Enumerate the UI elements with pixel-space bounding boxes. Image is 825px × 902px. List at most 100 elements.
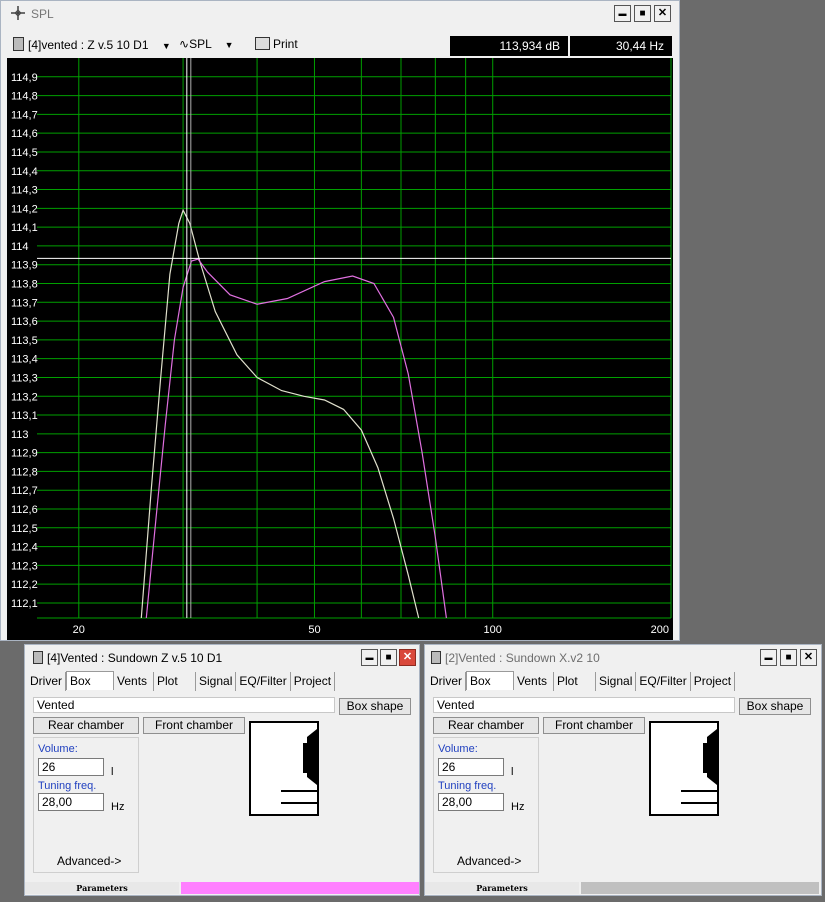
- y-tick-label: 113,4: [11, 354, 38, 366]
- tuning-unit: Hz: [511, 801, 525, 813]
- readout-db: 113,934 dB: [450, 36, 568, 56]
- wave-icon: ∿: [179, 37, 190, 51]
- maximize-icon: ■: [785, 652, 792, 663]
- status-color-indicator: [581, 882, 819, 894]
- y-tick-label: 113,9: [11, 260, 38, 272]
- front-chamber-button[interactable]: Front chamber: [543, 717, 645, 734]
- y-tick-label: 113,2: [11, 391, 38, 403]
- tab-driver[interactable]: Driver: [427, 672, 466, 691]
- front-chamber-button[interactable]: Front chamber: [143, 717, 245, 734]
- right-panel-titlebar[interactable]: [2]Vented : Sundown X.v2 10 ▬ ■ ✕: [425, 645, 821, 671]
- minimize-icon: ▬: [365, 653, 374, 662]
- x-tick-label: 20: [73, 624, 85, 636]
- advanced-link[interactable]: Advanced->: [457, 854, 521, 868]
- box-shape-button[interactable]: Box shape: [339, 698, 411, 715]
- y-tick-label: 114,9: [11, 72, 38, 84]
- chevron-down-icon: ▼: [224, 40, 234, 50]
- y-tick-label: 113,7: [11, 297, 38, 309]
- advanced-link[interactable]: Advanced->: [57, 854, 121, 868]
- box-shape-preview: [249, 721, 319, 816]
- minimize-button[interactable]: ▬: [361, 649, 378, 666]
- curve-select-value: SPL: [189, 37, 212, 51]
- document-icon: [33, 651, 43, 664]
- tuning-unit: Hz: [111, 801, 125, 813]
- curve-select[interactable]: ∿SPL ▼: [179, 37, 234, 51]
- spl-window-title: SPL: [31, 7, 54, 21]
- box-shape-button[interactable]: Box shape: [739, 698, 811, 715]
- tab-eq-filter[interactable]: EQ/Filter: [236, 672, 291, 691]
- tuning-input[interactable]: 28,00: [38, 793, 104, 811]
- volume-label: Volume:: [438, 743, 478, 755]
- y-tick-label: 112,2: [11, 579, 38, 591]
- close-button[interactable]: ✕: [800, 649, 817, 666]
- tab-project[interactable]: Project: [291, 672, 336, 691]
- box-panel-left: [4]Vented : Sundown Z v.5 10 D1 ▬ ■ ✕ Dr…: [24, 644, 420, 896]
- tab-vents[interactable]: Vents: [514, 672, 554, 691]
- y-tick-label: 112,6: [11, 504, 38, 516]
- y-tick-label: 112,5: [11, 523, 38, 535]
- x-tick-label: 100: [484, 624, 502, 636]
- maximize-button[interactable]: ■: [380, 649, 397, 666]
- y-tick-label: 112,7: [11, 485, 38, 497]
- rear-chamber-button[interactable]: Rear chamber: [433, 717, 539, 734]
- y-tick-label: 114,5: [11, 147, 38, 159]
- status-color-indicator: [181, 882, 419, 894]
- x-tick-label: 50: [308, 624, 320, 636]
- x-tick-label: 200: [651, 624, 669, 636]
- left-panel-title: [4]Vented : Sundown Z v.5 10 D1: [47, 651, 223, 665]
- print-label: Print: [273, 37, 298, 51]
- maximize-button[interactable]: ■: [780, 649, 797, 666]
- tab-signal[interactable]: Signal: [196, 672, 237, 691]
- y-tick-label: 114,2: [11, 203, 38, 215]
- y-tick-label: 113: [11, 429, 29, 441]
- rear-chamber-button[interactable]: Rear chamber: [33, 717, 139, 734]
- left-tabs: Driver Box Vents Plot Signal EQ/Filter Project: [27, 671, 336, 691]
- y-tick-label: 114,6: [11, 128, 38, 140]
- print-button[interactable]: Print: [255, 37, 298, 51]
- y-tick-label: 114,4: [11, 166, 38, 178]
- maximize-icon: ■: [385, 652, 392, 663]
- volume-unit: l: [111, 766, 114, 778]
- y-tick-label: 114,3: [11, 185, 38, 197]
- tab-signal[interactable]: Signal: [596, 672, 637, 691]
- minimize-button[interactable]: ▬: [614, 5, 631, 22]
- y-tick-label: 113,5: [11, 335, 38, 347]
- box-panel-right: [2]Vented : Sundown X.v2 10 ▬ ■ ✕ Driver…: [424, 644, 822, 896]
- left-panel-titlebar[interactable]: [4]Vented : Sundown Z v.5 10 D1 ▬ ■ ✕: [25, 645, 419, 671]
- volume-input[interactable]: 26: [438, 758, 504, 776]
- tab-plot[interactable]: Plot: [554, 672, 596, 691]
- left-status-bar: Parameters: [25, 882, 419, 895]
- tab-project[interactable]: Project: [691, 672, 736, 691]
- close-button[interactable]: ✕: [654, 5, 671, 22]
- spl-titlebar[interactable]: SPL ▬ ■ ✕: [1, 1, 679, 27]
- y-tick-label: 114: [11, 241, 29, 253]
- minimize-icon: ▬: [618, 9, 627, 18]
- y-tick-label: 112,3: [11, 560, 38, 572]
- minimize-button[interactable]: ▬: [760, 649, 777, 666]
- close-icon: ✕: [402, 651, 413, 663]
- close-button[interactable]: ✕: [399, 649, 416, 666]
- tab-box[interactable]: Box: [466, 671, 514, 690]
- maximize-button[interactable]: ■: [634, 5, 651, 22]
- y-tick-label: 113,6: [11, 316, 38, 328]
- close-icon: ✕: [803, 651, 814, 663]
- tab-driver[interactable]: Driver: [27, 672, 66, 691]
- right-status-bar: Parameters: [425, 882, 821, 895]
- spl-plot[interactable]: 114,9 114,8 114,7 114,6 114,5 114,4 114,3 114,2…: [7, 58, 673, 640]
- tab-plot[interactable]: Plot: [154, 672, 196, 691]
- y-tick-label: 113,8: [11, 279, 38, 291]
- volume-label: Volume:: [38, 743, 78, 755]
- y-tick-label: 114,7: [11, 109, 38, 121]
- volume-input[interactable]: 26: [38, 758, 104, 776]
- readout-hz: 30,44 Hz: [570, 36, 672, 56]
- tab-box[interactable]: Box: [66, 671, 114, 690]
- tab-eq-filter[interactable]: EQ/Filter: [636, 672, 691, 691]
- spl-chart[interactable]: 114,9 114,8 114,7 114,6 114,5 114,4 114,3 114,2…: [7, 58, 673, 640]
- tab-vents[interactable]: Vents: [114, 672, 154, 691]
- project-select[interactable]: [4]vented : Z v.5 10 D1 ▼: [13, 37, 171, 52]
- tuning-input[interactable]: 28,00: [438, 793, 504, 811]
- chevron-down-icon: ▼: [161, 41, 171, 51]
- y-tick-label: 112,9: [11, 448, 38, 460]
- spl-window: SPL ▬ ■ ✕ [4]vented : Z v.5 10 D1 ▼ ∿SPL…: [0, 0, 680, 641]
- minimize-icon: ▬: [764, 653, 773, 662]
